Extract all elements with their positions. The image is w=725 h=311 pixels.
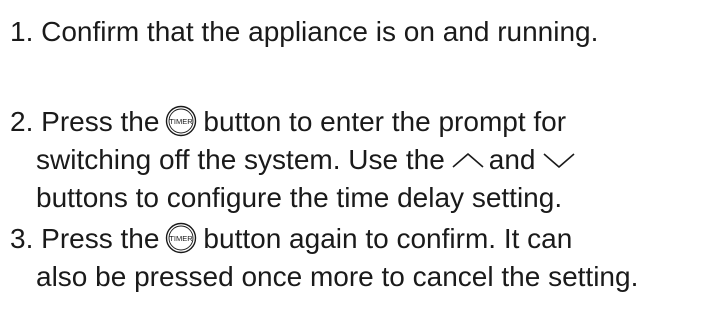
step-text: switching off the system. Use the <box>36 144 445 175</box>
step-text: Press the <box>41 223 160 254</box>
step-text: button to enter the prompt for <box>203 106 567 137</box>
step-3: 3. Press the TIMER button again to confirm… <box>10 220 638 296</box>
step-text: also be pressed once more to cancel the … <box>36 261 639 292</box>
timer-button-icon: TIMER <box>165 105 197 137</box>
step-1: 1. Confirm that the appliance is on and … <box>10 13 598 51</box>
timer-button-icon: TIMER <box>165 222 197 254</box>
step-text: button again to confirm. It can <box>203 223 573 254</box>
chevron-up-icon <box>451 151 485 169</box>
step-text: buttons to configure the time delay sett… <box>36 182 563 213</box>
step-text: Confirm that the appliance is on and run… <box>41 16 599 47</box>
timer-button-label: TIMER <box>170 117 194 126</box>
timer-button-label: TIMER <box>170 234 194 243</box>
step-text: and <box>488 144 536 175</box>
step-2: 2. Press the TIMER button to enter the pro… <box>10 103 580 217</box>
step-number: 2. <box>10 106 34 137</box>
chevron-down-icon <box>542 151 576 169</box>
step-number: 1. <box>10 16 34 47</box>
step-number: 3. <box>10 223 34 254</box>
step-text: Press the <box>41 106 160 137</box>
